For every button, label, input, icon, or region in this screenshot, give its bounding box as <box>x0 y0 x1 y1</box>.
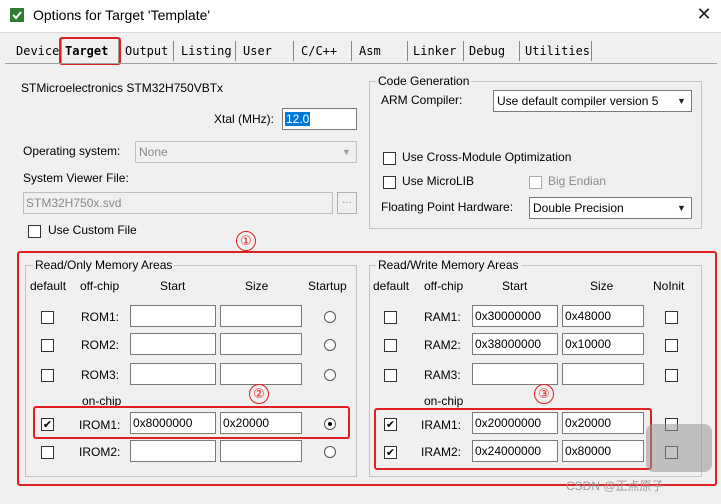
tab-debug[interactable]: Debug <box>466 41 520 61</box>
ram3-checkbox[interactable] <box>384 369 397 382</box>
tab-device[interactable]: Device <box>13 41 61 61</box>
code-generation-title: Code Generation <box>376 74 472 88</box>
window-title: Options for Target 'Template' <box>33 7 211 23</box>
rom1-size-input[interactable] <box>220 305 302 327</box>
xtal-input[interactable]: 12.0 <box>282 108 357 130</box>
rom2-startup-radio[interactable] <box>324 339 336 351</box>
ram1-size-input[interactable]: 0x48000 <box>562 305 644 327</box>
tab-listing[interactable]: Listing <box>178 41 236 61</box>
annotation-number-3: ③ <box>534 384 554 404</box>
irom2-checkbox[interactable] <box>41 446 54 459</box>
irom2-label: IROM2: <box>79 445 121 459</box>
rom2-start-input[interactable] <box>130 333 216 355</box>
svd-browse-button[interactable]: ... <box>337 192 357 214</box>
tab-cc[interactable]: C/C++ <box>298 41 352 61</box>
chevron-down-icon: ▼ <box>677 203 686 213</box>
rw-header-start: Start <box>502 279 528 293</box>
tab-asm[interactable]: Asm <box>356 41 408 61</box>
chevron-down-icon: ▼ <box>677 96 686 106</box>
close-icon[interactable]: ✕ <box>692 3 716 27</box>
watermark-text: CSDN @正点原子 <box>566 479 664 493</box>
watermark-logo <box>646 424 712 472</box>
os-value: None <box>139 145 168 159</box>
rw-memory-title: Read/Write Memory Areas <box>376 258 521 272</box>
rom1-start-input[interactable] <box>130 305 216 327</box>
rom1-label: ROM1: <box>81 310 120 324</box>
app-icon <box>9 7 25 23</box>
annotation-box-irom1 <box>33 406 350 439</box>
irom2-start-input[interactable] <box>130 440 216 462</box>
cross-module-checkbox[interactable] <box>383 152 396 165</box>
ro-header-size: Size <box>245 279 269 293</box>
rw-header-default: default <box>373 279 410 293</box>
irom2-size-input[interactable] <box>220 440 302 462</box>
ram2-start-input[interactable]: 0x38000000 <box>472 333 558 355</box>
tab-utilities[interactable]: Utilities <box>522 41 592 61</box>
rw-onchip-label: on-chip <box>424 394 464 408</box>
big-endian-label: Big Endian <box>548 174 607 188</box>
rom3-start-input[interactable] <box>130 363 216 385</box>
ram2-checkbox[interactable] <box>384 339 397 352</box>
os-label: Operating system: <box>23 144 121 158</box>
ram1-checkbox[interactable] <box>384 311 397 324</box>
ram3-label: RAM3: <box>424 368 461 382</box>
custom-file-checkbox[interactable] <box>28 225 41 238</box>
rom2-size-input[interactable] <box>220 333 302 355</box>
ram1-noinit-checkbox[interactable] <box>665 311 678 324</box>
tab-output[interactable]: Output <box>122 41 174 61</box>
rom2-label: ROM2: <box>81 338 120 352</box>
custom-file-label: Use Custom File <box>48 223 137 237</box>
device-name: STMicroelectronics STM32H750VBTx <box>21 81 224 95</box>
arm-compiler-value: Use default compiler version 5 <box>497 94 659 108</box>
microlib-checkbox[interactable] <box>383 176 396 189</box>
ro-header-start: Start <box>160 279 186 293</box>
ram3-size-input[interactable] <box>562 363 644 385</box>
tab-user[interactable]: User <box>240 41 294 61</box>
fpu-select[interactable]: Double Precision ▼ <box>529 197 692 219</box>
annotation-number-2: ② <box>249 384 269 404</box>
xtal-label: Xtal (MHz): <box>214 112 274 126</box>
ram1-start-input[interactable]: 0x30000000 <box>472 305 558 327</box>
svd-input[interactable]: STM32H750x.svd <box>23 192 333 214</box>
tab-linker[interactable]: Linker <box>410 41 464 61</box>
ram2-noinit-checkbox[interactable] <box>665 339 678 352</box>
svd-label: System Viewer File: <box>23 171 129 185</box>
ram2-label: RAM2: <box>424 338 461 352</box>
fpu-label: Floating Point Hardware: <box>381 200 514 214</box>
annotation-box-target-tab <box>59 37 121 65</box>
ro-header-offchip: off-chip <box>80 279 120 293</box>
cross-module-label: Use Cross-Module Optimization <box>402 150 572 164</box>
rom1-startup-radio[interactable] <box>324 311 336 323</box>
ram3-start-input[interactable] <box>472 363 558 385</box>
chevron-down-icon: ▼ <box>342 147 351 157</box>
fpu-value: Double Precision <box>533 201 624 215</box>
ro-header-default: default <box>30 279 67 293</box>
ro-header-startup: Startup <box>308 279 347 293</box>
rom3-checkbox[interactable] <box>41 369 54 382</box>
rw-header-noinit: NoInit <box>653 279 685 293</box>
rom1-checkbox[interactable] <box>41 311 54 324</box>
annotation-number-1: ① <box>236 231 256 251</box>
rom3-startup-radio[interactable] <box>324 369 336 381</box>
microlib-label: Use MicroLIB <box>402 174 475 188</box>
arm-compiler-label: ARM Compiler: <box>381 93 463 107</box>
rom2-checkbox[interactable] <box>41 339 54 352</box>
ram3-noinit-checkbox[interactable] <box>665 369 678 382</box>
arm-compiler-select[interactable]: Use default compiler version 5 ▼ <box>493 90 692 112</box>
xtal-value: 12.0 <box>285 112 311 126</box>
rom3-size-input[interactable] <box>220 363 302 385</box>
big-endian-checkbox[interactable] <box>529 176 542 189</box>
rw-header-size: Size <box>590 279 614 293</box>
annotation-box-iram <box>374 408 652 470</box>
irom2-startup-radio[interactable] <box>324 446 336 458</box>
ram1-label: RAM1: <box>424 310 461 324</box>
rw-header-offchip: off-chip <box>424 279 464 293</box>
ram2-size-input[interactable]: 0x10000 <box>562 333 644 355</box>
os-select[interactable]: None ▼ <box>135 141 357 163</box>
rom3-label: ROM3: <box>81 368 120 382</box>
tab-panel-border <box>5 63 717 64</box>
ro-memory-title: Read/Only Memory Areas <box>33 258 175 272</box>
